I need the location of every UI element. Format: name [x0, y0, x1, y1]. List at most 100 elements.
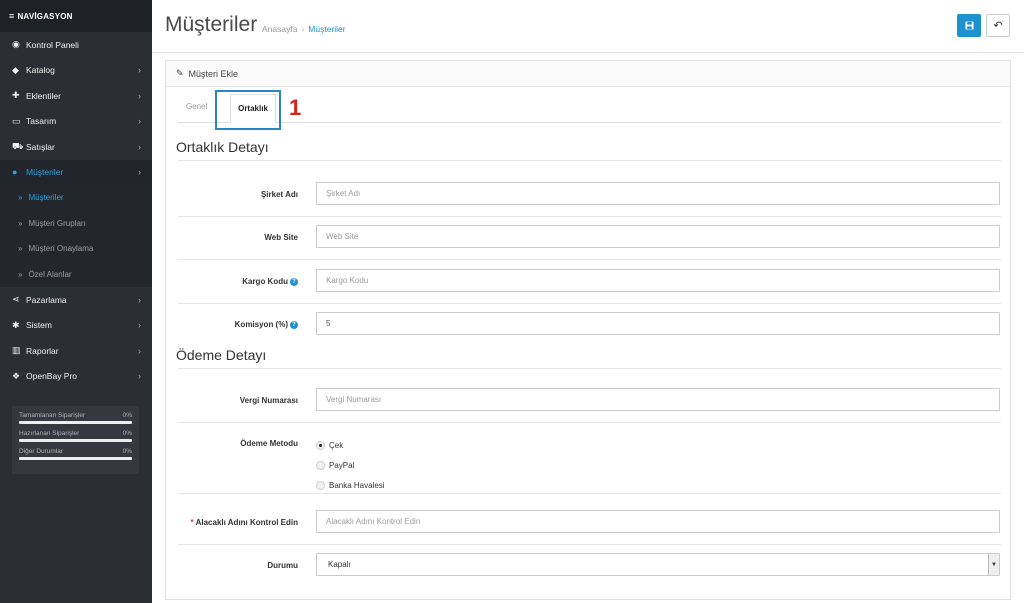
payee-label: * Alacaklı Adını Kontrol Edin [190, 518, 298, 527]
sidebar-subitem-musteriler[interactable]: » Müşteriler [0, 185, 152, 211]
divider [178, 259, 1001, 260]
reply-icon: ↶ [993, 20, 1003, 32]
panel-heading-label: Müşteri Ekle [188, 68, 239, 79]
tab-genel[interactable]: Genel [186, 102, 207, 111]
tax-input[interactable] [316, 388, 1000, 411]
payment-method-label: Ödeme Metodu [240, 439, 298, 448]
stat-label: Diğer Durumlar [19, 448, 64, 455]
stat-processing: Hazırlanan Siparişler 0% [19, 430, 132, 442]
divider [178, 493, 1001, 494]
tax-label: Vergi Numarası [239, 396, 298, 405]
chevron-right-icon: › [138, 345, 141, 356]
save-icon [964, 21, 974, 30]
sidebar-item-raporlar[interactable]: ▥ Raporlar › [0, 338, 152, 364]
radio-label: Çek [329, 441, 344, 450]
back-button[interactable]: ↶ [986, 14, 1010, 37]
sidebar-item-kontrol-paneli[interactable]: ◉ Kontrol Paneli [0, 32, 152, 58]
double-chevron-icon: » [18, 218, 23, 228]
chevron-right-icon: › [138, 141, 141, 152]
sidebar-subitem-label: Müşteri Grupları [28, 218, 86, 228]
sidebar-item-musteriler[interactable]: ● Müşteriler › [0, 159, 152, 185]
stat-value: 0% [122, 412, 132, 419]
order-stats: Tamamlanan Siparişler 0% Hazırlanan Sipar… [12, 406, 139, 474]
customer-form-panel: ✎ Müşteri Ekle Genel Ortaklık 1 Ortaklık… [165, 60, 1011, 600]
section-title-payment: Ödeme Detayı [176, 347, 267, 363]
radio-label: Banka Havalesi [329, 481, 385, 490]
nav-title-label: NAVİGASYON [17, 11, 73, 21]
dashboard-icon: ◉ [12, 39, 20, 50]
sidebar-subitem-ozel-alanlar[interactable]: » Özel Alanlar [0, 261, 152, 287]
required-asterisk: * [190, 518, 194, 527]
commission-label: Komisyon (%)? [235, 320, 298, 329]
radio-cek[interactable]: Çek [316, 441, 343, 450]
website-input[interactable] [316, 225, 1000, 248]
radio-button[interactable] [316, 461, 325, 470]
breadcrumb-current[interactable]: Müşteriler [308, 24, 345, 34]
stat-label: Tamamlanan Siparişler [19, 412, 86, 419]
sidebar-subitem-label: Özel Alanlar [28, 269, 72, 279]
sidebar-item-label: Müşteriler [26, 167, 64, 178]
radio-button[interactable] [316, 481, 325, 490]
tracking-label-text: Kargo Kodu [242, 277, 288, 286]
status-select-value: Kapalı [328, 560, 351, 569]
panel-heading: ✎ Müşteri Ekle [166, 61, 1010, 87]
sidebar-subitem-musteri-onaylama[interactable]: » Müşteri Onaylama [0, 236, 152, 262]
sidebar-item-openbay-pro[interactable]: ❖ OpenBay Pro › [0, 364, 152, 390]
divider [178, 303, 1001, 304]
chevron-right-icon: › [138, 90, 141, 101]
sidebar-item-tasarim[interactable]: ▭ Tasarım › [0, 109, 152, 135]
nav-title: ≡ NAVİGASYON [0, 0, 152, 32]
stat-value: 0% [122, 448, 132, 455]
sidebar-item-katalog[interactable]: ◆ Katalog › [0, 58, 152, 84]
help-icon[interactable]: ? [290, 277, 298, 286]
share-icon: ⋖ [12, 294, 20, 305]
company-label: Şirket Adı [260, 190, 298, 199]
menu-bars-icon: ≡ [9, 11, 15, 21]
page-title: Müşteriler [165, 13, 258, 36]
help-icon[interactable]: ? [290, 320, 298, 329]
sidebar-item-pazarlama[interactable]: ⋖ Pazarlama › [0, 287, 152, 313]
website-label: Web Site [264, 233, 298, 242]
puzzle-icon: ✚ [12, 90, 20, 101]
double-chevron-icon: » [18, 244, 23, 254]
breadcrumb-home[interactable]: Anasayfa [262, 24, 297, 34]
page-header: Müşteriler Anasayfa › Müşteriler ↶ [152, 0, 1024, 53]
status-label: Durumu [267, 561, 298, 570]
chevron-right-icon: › [138, 167, 141, 178]
tag-icon: ◆ [12, 64, 19, 75]
sidebar-item-label: Sistem [26, 320, 52, 331]
sidebar-item-satislar[interactable]: ⛟ Satışlar › [0, 134, 152, 160]
form-tabs: Genel Ortaklık [178, 94, 1001, 123]
sidebar-subitem-musteri-gruplari[interactable]: » Müşteri Grupları [0, 210, 152, 236]
dropdown-arrow-icon[interactable]: ▼ [988, 554, 999, 575]
breadcrumb: Anasayfa › Müşteriler [262, 24, 346, 34]
stat-progress-bar [19, 457, 132, 460]
stat-label: Hazırlanan Siparişler [19, 430, 80, 437]
commission-input[interactable] [316, 312, 1000, 335]
sidebar-item-sistem[interactable]: ✱ Sistem › [0, 313, 152, 339]
sidebar-item-label: Kontrol Paneli [26, 39, 79, 50]
sidebar-item-label: Eklentiler [26, 90, 61, 101]
company-input[interactable] [316, 182, 1000, 205]
payee-input[interactable] [316, 510, 1000, 533]
chevron-right-icon: › [138, 116, 141, 127]
annotation-number: 1 [289, 95, 302, 120]
status-select[interactable]: Kapalı ▼ [316, 553, 1000, 576]
sidebar-item-eklentiler[interactable]: ✚ Eklentiler › [0, 83, 152, 109]
cog-icon: ✱ [12, 319, 20, 330]
main-content: Müşteriler Anasayfa › Müşteriler ↶ ✎ Müşte… [152, 0, 1024, 603]
chevron-right-icon: › [138, 320, 141, 331]
sidebar: ≡ NAVİGASYON ◉ Kontrol Paneli ◆ Katalog … [0, 0, 152, 603]
chevron-right-icon: › [138, 294, 141, 305]
sidebar-subitem-label: Müşteri Onaylama [28, 244, 94, 254]
user-icon: ● [12, 167, 18, 178]
cart-icon: ⛟ [12, 140, 24, 151]
radio-banka-havalesi[interactable]: Banka Havalesi [316, 481, 385, 490]
breadcrumb-separator: › [301, 24, 305, 34]
sidebar-item-label: OpenBay Pro [26, 371, 78, 382]
radio-button-checked[interactable] [316, 441, 325, 450]
tracking-input[interactable] [316, 269, 1000, 292]
save-button[interactable] [957, 14, 981, 37]
monitor-icon: ▭ [12, 115, 21, 126]
radio-paypal[interactable]: PayPal [316, 461, 354, 470]
